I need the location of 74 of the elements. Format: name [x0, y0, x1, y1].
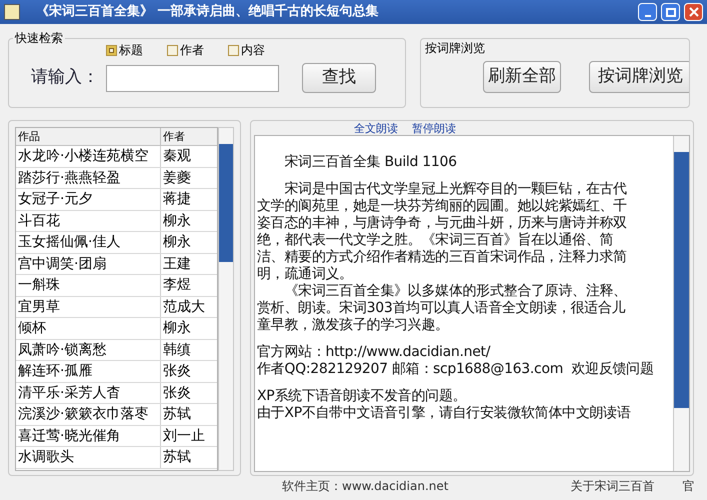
checkbox[interactable]	[167, 44, 178, 56]
minimize-icon	[644, 15, 650, 17]
table-cell-text: 范成大	[162, 298, 206, 316]
table-cell: 女冠子·元夕	[16, 189, 161, 210]
table-cell: 斗百花	[16, 210, 161, 231]
column-header[interactable]: 作品	[16, 128, 161, 145]
maximize-icon	[666, 8, 676, 16]
table-cell: 水调歌头	[16, 447, 161, 468]
table-cell-text: 王建	[162, 254, 192, 274]
table-cell-text: 韩缜	[162, 340, 192, 360]
button[interactable]: 刷新全部	[483, 61, 561, 93]
table-cell: 清平乐·采芳人杳	[16, 382, 161, 403]
table-cell-text: 张炎	[162, 362, 192, 381]
link-button[interactable]: 暂停朗读	[412, 122, 456, 134]
text-line: 《宋词三百首全集》以多媒体的形式整合了原诗、注释、	[283, 283, 628, 300]
table-cell: 喜迁莺·晓光催角	[16, 426, 161, 446]
close-button[interactable]	[684, 3, 703, 21]
scrollbar[interactable]	[218, 127, 234, 471]
close-icon	[688, 7, 698, 17]
text-line: XP系统下语音朗读不发音的问题。	[257, 388, 468, 405]
table-cell: 玉女摇仙佩·佳人	[16, 232, 161, 252]
text-line: 赏析、朗读。宋词303首均可以真人语音全文朗读，很适合儿	[257, 300, 626, 317]
text-line: 由于XP不自带中文语音引擎，请自行安装微软简体中文朗读语	[257, 405, 632, 422]
homepage-text: 软件主页：www.dacidian.net	[282, 478, 448, 495]
minimize-button[interactable]	[638, 3, 657, 21]
text-line: 洁、精要的方式介绍作者精选的三百首宋词作品，注释力求简	[257, 249, 628, 266]
table-cell: 一斛珠	[16, 275, 161, 296]
table-cell-text: 蒋捷	[162, 190, 192, 209]
text-line: 姿百态的丰神，与唐诗争奇，与元曲斗妍，历来与唐诗并称双	[257, 215, 628, 232]
table-cell-text: 姜夔	[162, 168, 192, 188]
table-cell-text: 秦观	[162, 147, 192, 166]
text-line: 官方网站：http://www.dacidian.net/	[257, 344, 492, 361]
input-label: 请输入：	[31, 66, 100, 90]
table-cell: 踏莎行·燕燕轻盈	[16, 168, 161, 188]
text-line: 文学的阆苑里，她是一块芬芳绚丽的园圃。她以姹紫嫣红、千	[257, 198, 628, 215]
table-cell-text: 苏轼	[162, 448, 192, 467]
table-cell: 水龙吟·小楼连苑横空	[16, 146, 161, 166]
about-link[interactable]: 关于宋词三百首	[570, 477, 654, 495]
table-cell-text: 柳永	[162, 212, 192, 230]
search-field[interactable]	[106, 64, 279, 92]
table-cell-text: 李煜	[162, 276, 192, 295]
checkbox-label: 标题	[119, 42, 143, 59]
text-line: 绝，都代表一代文学之胜。《宋词三百首》旨在以通俗、简	[257, 232, 614, 249]
checkbox[interactable]	[228, 44, 239, 56]
maximize-button[interactable]	[661, 3, 680, 21]
column-header[interactable]: 作者	[161, 128, 217, 145]
table-cell-text: 柳永	[162, 319, 192, 338]
text-line: 宋词三百首全集 Build 1106	[283, 154, 458, 171]
link-button[interactable]: 全文朗读	[354, 122, 398, 134]
group-title: 按词牌浏览	[425, 40, 485, 57]
table-cell: 宜男草	[16, 296, 161, 317]
table-cell: 宫中调笑·团扇	[16, 254, 161, 274]
table-cell-text: 苏轼	[162, 405, 192, 424]
text-line: 作者QQ:282129207 邮箱：scp1688@163.com 欢迎反馈问题	[257, 361, 655, 378]
button[interactable]: 查找	[302, 63, 376, 93]
app-icon	[4, 4, 20, 20]
text-line: 明，疏通词义。	[257, 266, 354, 283]
checkbox-label: 作者	[180, 42, 204, 59]
table-cell: 凤萧吟·锁离愁	[16, 340, 161, 360]
table-cell-text: 张炎	[162, 384, 192, 402]
text-line: 宋词是中国古代文学皇冠上光辉夺目的一颗巨钻，在古代	[283, 181, 628, 198]
table-cell: 倾杯	[16, 318, 161, 338]
window-title: 《宋词三百首全集》 一部承诗启曲、绝唱千古的长短句总集	[36, 2, 379, 22]
table-cell: 解连环·孤雁	[16, 361, 161, 382]
scrollbar[interactable]	[673, 136, 689, 471]
group-title: 快速检索	[13, 29, 65, 47]
button[interactable]: 按词牌浏览	[589, 61, 689, 93]
table-cell-text: 刘一止	[162, 426, 206, 446]
official-link[interactable]: 官	[682, 477, 694, 495]
table-cell: 浣溪沙·簌簌衣巾落枣	[16, 404, 161, 424]
checkbox-label: 内容	[241, 42, 265, 59]
table-cell-text: 柳永	[162, 233, 192, 252]
checkbox[interactable]	[106, 44, 117, 56]
text-line: 童早教，激发孩子的学习兴趣。	[257, 317, 450, 334]
